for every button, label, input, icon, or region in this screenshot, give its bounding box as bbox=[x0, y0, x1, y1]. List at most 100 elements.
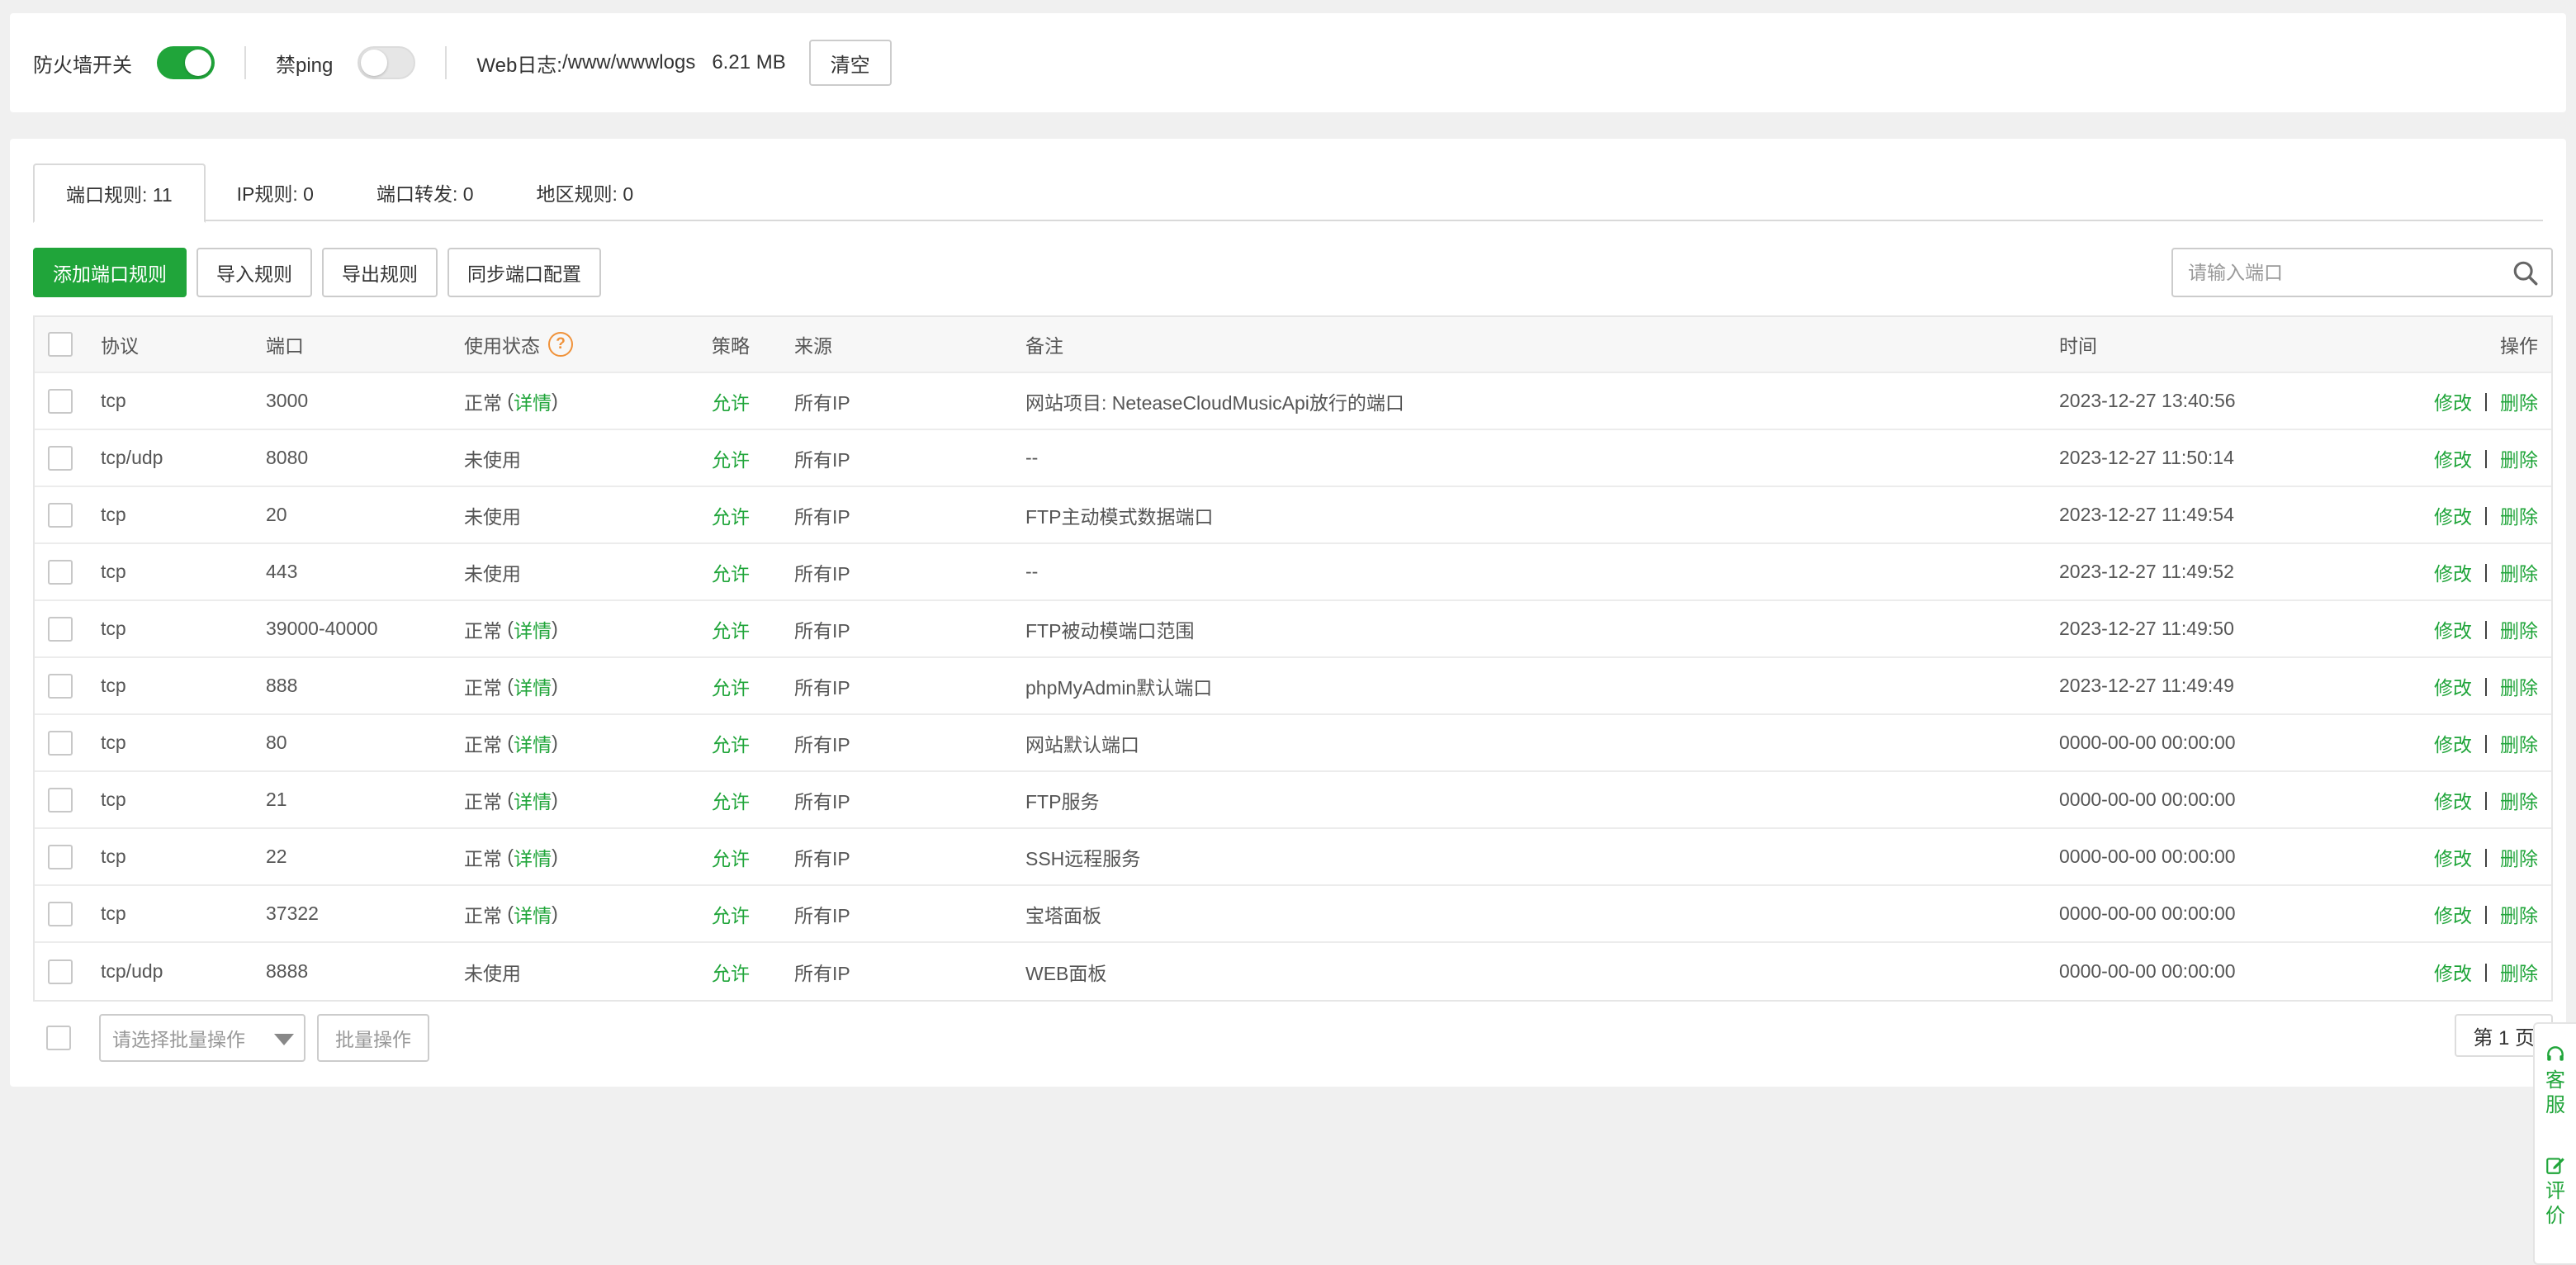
delete-rule-link[interactable]: 删除 bbox=[2500, 387, 2538, 415]
cell-ops: 修改 | 删除 bbox=[2434, 886, 2538, 941]
cell-policy: 允许 bbox=[712, 904, 750, 926]
edit-rule-link[interactable]: 修改 bbox=[2434, 843, 2472, 871]
status-detail-link[interactable]: 详情 bbox=[514, 615, 552, 643]
row-checkbox[interactable] bbox=[48, 388, 73, 414]
edit-rule-link[interactable]: 修改 bbox=[2434, 615, 2472, 643]
headset-icon[interactable] bbox=[2545, 1044, 2566, 1065]
delete-rule-link[interactable]: 删除 bbox=[2500, 843, 2538, 871]
delete-rule-link[interactable]: 删除 bbox=[2500, 729, 2538, 757]
status-detail-link[interactable]: 详情 bbox=[514, 786, 552, 814]
edit-rule-link[interactable]: 修改 bbox=[2434, 786, 2472, 814]
status-detail-link[interactable]: 详情 bbox=[514, 843, 552, 871]
row-checkbox[interactable] bbox=[48, 616, 73, 642]
delete-rule-link[interactable]: 删除 bbox=[2500, 786, 2538, 814]
delete-rule-link[interactable]: 删除 bbox=[2500, 615, 2538, 643]
cell-policy: 允许 bbox=[712, 505, 750, 528]
ping-toggle[interactable] bbox=[358, 46, 416, 79]
tab-port-rules[interactable]: 端口规则: 11 bbox=[33, 163, 206, 223]
cell-note: SSH远程服务 bbox=[1025, 847, 1141, 869]
cell-note: FTP服务 bbox=[1025, 790, 1100, 813]
delete-rule-link[interactable]: 删除 bbox=[2500, 444, 2538, 472]
op-separator: | bbox=[2484, 960, 2488, 982]
export-rules-button[interactable]: 导出规则 bbox=[322, 248, 438, 297]
tab-port-forward[interactable]: 端口转发: 0 bbox=[345, 163, 505, 221]
cell-status: 正常 (详情) bbox=[464, 772, 558, 827]
rule-tabs: 端口规则: 11 IP规则: 0 端口转发: 0 地区规则: 0 bbox=[33, 163, 2543, 223]
row-checkbox[interactable] bbox=[48, 844, 73, 869]
footer-select-all-checkbox[interactable] bbox=[46, 1026, 71, 1050]
customer-service-link[interactable]: 客服 bbox=[2545, 1068, 2566, 1118]
status-detail-link[interactable]: 详情 bbox=[514, 672, 552, 700]
cell-time: 0000-00-00 00:00:00 bbox=[2059, 789, 2236, 810]
status-paren-open: ( bbox=[502, 903, 514, 924]
edit-rule-link[interactable]: 修改 bbox=[2434, 729, 2472, 757]
status-text: 正常 bbox=[464, 733, 502, 756]
add-port-rule-button[interactable]: 添加端口规则 bbox=[33, 248, 187, 297]
table-header: 协议 端口 使用状态 ? 策略 来源 备注 时间 操作 bbox=[35, 317, 2551, 373]
select-all-checkbox[interactable] bbox=[48, 332, 73, 357]
batch-operation-select[interactable]: 请选择批量操作 bbox=[99, 1014, 305, 1062]
tab-ip-rules[interactable]: IP规则: 0 bbox=[206, 163, 345, 221]
batch-operation-button[interactable]: 批量操作 bbox=[317, 1014, 429, 1062]
cell-protocol: tcp bbox=[101, 504, 126, 525]
row-checkbox[interactable] bbox=[48, 559, 73, 585]
header-note: 备注 bbox=[1025, 335, 1063, 357]
delete-rule-link[interactable]: 删除 bbox=[2500, 672, 2538, 700]
delete-rule-link[interactable]: 删除 bbox=[2500, 900, 2538, 928]
status-detail-link[interactable]: 详情 bbox=[514, 729, 552, 757]
cell-note: WEB面板 bbox=[1025, 962, 1107, 984]
row-checkbox[interactable] bbox=[48, 730, 73, 756]
status-detail-link[interactable]: 详情 bbox=[514, 900, 552, 928]
edit-icon[interactable] bbox=[2545, 1154, 2566, 1176]
cell-note: 网站默认端口 bbox=[1025, 733, 1139, 756]
op-separator: | bbox=[2484, 390, 2488, 411]
status-detail-link[interactable]: 详情 bbox=[514, 387, 552, 415]
row-checkbox[interactable] bbox=[48, 787, 73, 813]
cell-port: 22 bbox=[266, 846, 287, 867]
cell-status: 正常 (详情) bbox=[464, 886, 558, 941]
import-rules-button[interactable]: 导入规则 bbox=[197, 248, 312, 297]
cell-time: 2023-12-27 11:50:14 bbox=[2059, 447, 2234, 468]
cell-port: 888 bbox=[266, 675, 298, 696]
header-status-label: 使用状态 bbox=[464, 335, 540, 357]
status-text: 正常 bbox=[464, 847, 502, 869]
search-icon[interactable] bbox=[2512, 259, 2540, 287]
edit-rule-link[interactable]: 修改 bbox=[2434, 387, 2472, 415]
cell-note: FTP主动模式数据端口 bbox=[1025, 505, 1214, 528]
edit-rule-link[interactable]: 修改 bbox=[2434, 672, 2472, 700]
row-checkbox[interactable] bbox=[48, 901, 73, 926]
clear-log-button[interactable]: 清空 bbox=[808, 40, 892, 86]
edit-rule-link[interactable]: 修改 bbox=[2434, 558, 2472, 586]
cell-source: 所有IP bbox=[794, 962, 850, 984]
delete-rule-link[interactable]: 删除 bbox=[2500, 501, 2538, 529]
edit-rule-link[interactable]: 修改 bbox=[2434, 958, 2472, 986]
cell-protocol: tcp bbox=[101, 903, 126, 924]
status-paren-open: ( bbox=[502, 390, 514, 411]
status-text: 正常 bbox=[464, 676, 502, 699]
weblog-path-link[interactable]: /www/wwwlogs bbox=[562, 51, 695, 74]
header-policy: 策略 bbox=[712, 335, 750, 357]
rate-link[interactable]: 评价 bbox=[2545, 1179, 2566, 1229]
edit-rule-link[interactable]: 修改 bbox=[2434, 900, 2472, 928]
help-icon[interactable]: ? bbox=[548, 332, 573, 357]
port-search-input[interactable] bbox=[2173, 249, 2503, 296]
header-time: 时间 bbox=[2059, 335, 2097, 357]
cell-status: 正常 (详情) bbox=[464, 715, 558, 770]
row-checkbox[interactable] bbox=[48, 673, 73, 699]
side-float-widget: 客服 评价 bbox=[2533, 1022, 2576, 1265]
caret-down-icon bbox=[274, 1034, 294, 1045]
divider bbox=[244, 46, 246, 79]
delete-rule-link[interactable]: 删除 bbox=[2500, 958, 2538, 986]
sync-port-config-button[interactable]: 同步端口配置 bbox=[447, 248, 601, 297]
firewall-toggle[interactable] bbox=[157, 46, 215, 79]
edit-rule-link[interactable]: 修改 bbox=[2434, 501, 2472, 529]
row-checkbox[interactable] bbox=[48, 502, 73, 528]
tab-region-rules[interactable]: 地区规则: 0 bbox=[505, 163, 665, 221]
row-checkbox[interactable] bbox=[48, 445, 73, 471]
cell-port: 8888 bbox=[266, 960, 309, 982]
edit-rule-link[interactable]: 修改 bbox=[2434, 444, 2472, 472]
row-checkbox[interactable] bbox=[48, 959, 73, 984]
table-row: tcp 37322 正常 (详情) 允许 所有IP 宝塔面板 0000-00-00 00:0… bbox=[35, 886, 2551, 943]
delete-rule-link[interactable]: 删除 bbox=[2500, 558, 2538, 586]
cell-time: 2023-12-27 11:49:50 bbox=[2059, 618, 2234, 639]
